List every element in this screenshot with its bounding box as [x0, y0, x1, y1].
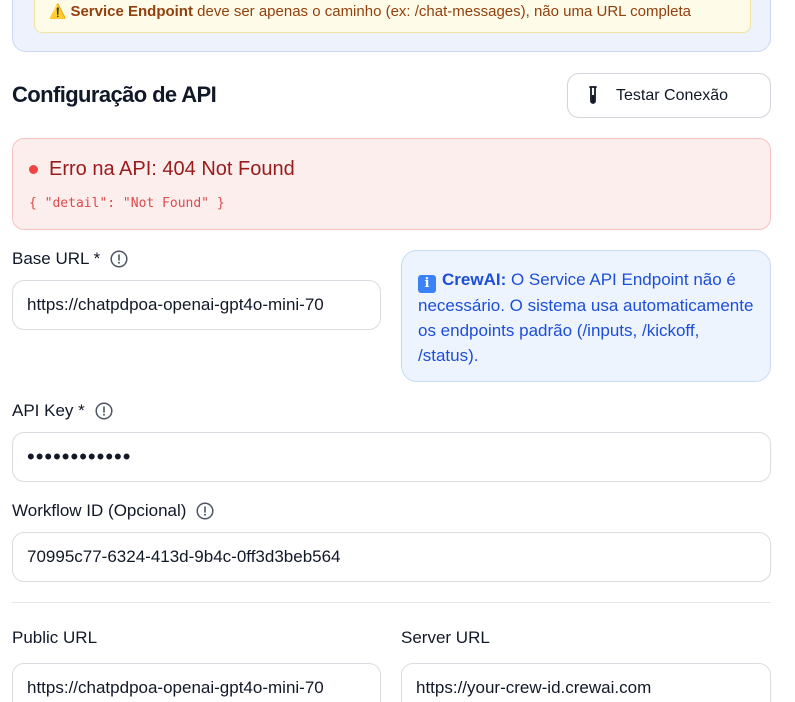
warning-icon: ⚠️ [49, 3, 67, 19]
info-circle-icon[interactable] [196, 502, 215, 520]
api-error-alert: Erro na API: 404 Not Found { "detail": "… [12, 138, 771, 230]
api-key-label-row: API Key * [12, 401, 113, 421]
workflow-id-label-row: Workflow ID (Opcional) [12, 501, 215, 521]
server-url-label-row: Server URL [401, 628, 490, 648]
error-dot-icon [29, 165, 38, 174]
error-title: Erro na API: 404 Not Found [49, 158, 295, 180]
base-url-label: Base URL * [12, 249, 101, 268]
base-url-input[interactable]: https://chatpdpoa-openai-gpt4o-mini-70 [12, 280, 381, 330]
info-circle-icon[interactable] [110, 250, 128, 268]
base-url-value: https://chatpdpoa-openai-gpt4o-mini-70 [27, 295, 324, 314]
warning-text: deve ser apenas o caminho (ex: /chat-mes… [192, 3, 691, 20]
info-card-bold: CrewAI: [442, 270, 507, 289]
server-url-input[interactable]: https://your-crew-id.crewai.com [401, 663, 771, 702]
test-connection-label: Testar Conexão [616, 86, 729, 104]
section-divider [12, 602, 771, 603]
server-url-label: Server URL [401, 628, 490, 647]
workflow-id-input[interactable]: 70995c77-6324-413d-9b4c-0ff3d3beb564 [12, 532, 771, 582]
server-url-value: https://your-crew-id.crewai.com [416, 678, 652, 697]
info-circle-icon[interactable] [95, 402, 113, 420]
error-detail: { "detail": "Not Found" } [29, 196, 225, 211]
public-url-value: https://chatpdpoa-openai-gpt4o-mini-70 [27, 678, 324, 697]
test-connection-button[interactable]: Testar Conexão [567, 73, 771, 118]
api-key-value: •••••••••••• [27, 444, 132, 469]
api-key-label: API Key * [12, 401, 85, 420]
base-url-label-row: Base URL * [12, 249, 128, 269]
api-key-input[interactable]: •••••••••••• [12, 432, 771, 482]
public-url-input[interactable]: https://chatpdpoa-openai-gpt4o-mini-70 [12, 663, 381, 702]
notice-panel: ⚠️ Service Endpoint deve ser apenas o cam… [12, 0, 771, 52]
test-tube-icon [588, 85, 598, 106]
section-title: Configuração de API [12, 82, 217, 107]
info-square-icon: i [418, 275, 436, 293]
service-endpoint-warning: ⚠️ Service Endpoint deve ser apenas o cam… [34, 0, 751, 33]
workflow-id-value: 70995c77-6324-413d-9b4c-0ff3d3beb564 [27, 547, 341, 566]
crewai-info-card: i CrewAI: O Service API Endpoint não é ne… [401, 250, 771, 382]
workflow-id-label: Workflow ID (Opcional) [12, 501, 187, 520]
warning-bold: Service Endpoint [70, 3, 193, 20]
public-url-label: Public URL [12, 628, 98, 647]
public-url-label-row: Public URL [12, 628, 97, 648]
